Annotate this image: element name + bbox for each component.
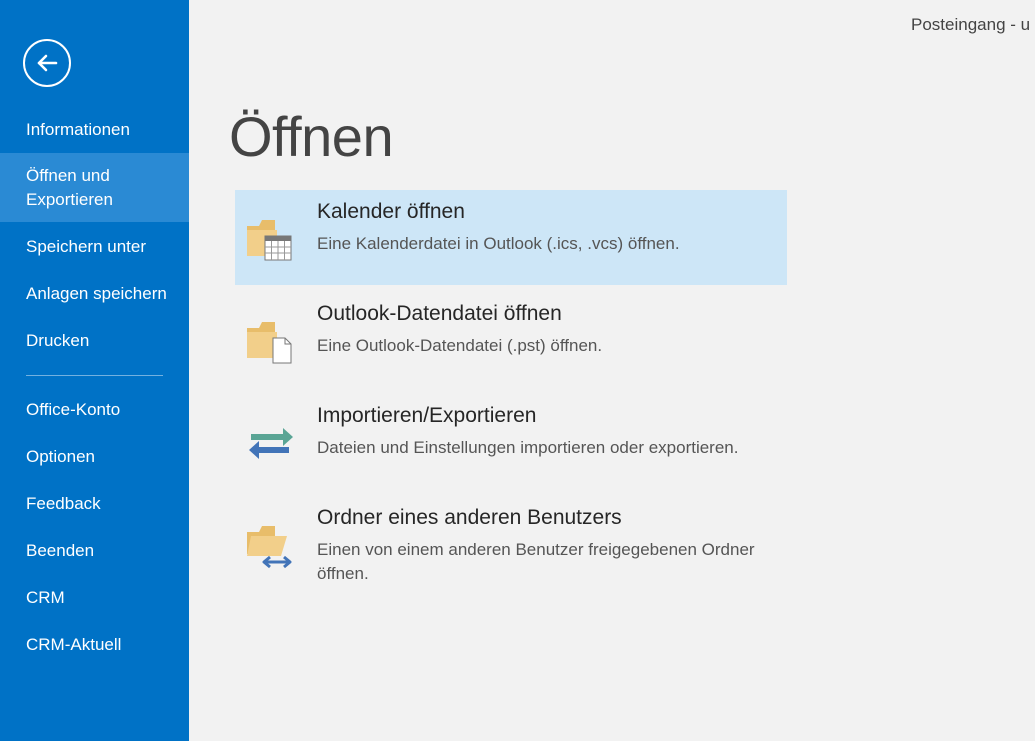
other-user-folder-option[interactable]: Ordner eines anderen Benutzers Einen von… xyxy=(235,496,787,596)
backstage-sidebar: Informationen Öffnen und Exportieren Spe… xyxy=(0,0,189,741)
option-description: Eine Outlook-Datendatei (.pst) öffnen. xyxy=(317,336,603,355)
folder-shared-icon xyxy=(247,526,292,569)
option-description: Eine Kalenderdatei in Outlook (.ics, .vc… xyxy=(317,234,680,253)
option-title: Kalender öffnen xyxy=(317,200,465,223)
nav-divider xyxy=(26,375,163,376)
option-description: Dateien und Einstellungen importieren od… xyxy=(317,438,739,457)
back-arrow-icon xyxy=(37,54,58,72)
open-datafile-option[interactable]: Outlook-Datendatei öffnen Eine Outlook-D… xyxy=(235,292,787,387)
window-title: Posteingang - u xyxy=(911,15,1031,34)
page-title: Öffnen xyxy=(229,105,394,168)
nav-item-anlagen-speichern[interactable]: Anlagen speichern xyxy=(0,282,189,306)
nav-item-crm-aktuell[interactable]: CRM-Aktuell xyxy=(0,633,189,657)
folder-calendar-icon xyxy=(247,220,292,261)
nav-item-crm[interactable]: CRM xyxy=(0,586,189,610)
import-export-option[interactable]: Importieren/Exportieren Dateien und Eins… xyxy=(235,394,787,489)
folder-datafile-icon xyxy=(247,322,292,364)
option-title: Ordner eines anderen Benutzers xyxy=(317,506,622,529)
back-button[interactable] xyxy=(23,39,71,87)
nav-item-optionen[interactable]: Optionen xyxy=(0,445,189,469)
nav-item-drucken[interactable]: Drucken xyxy=(0,329,189,353)
nav-item-speichern-unter[interactable]: Speichern unter xyxy=(0,235,189,259)
nav-item-oeffnen-exportieren[interactable]: Öffnen und Exportieren xyxy=(0,153,189,222)
nav-item-informationen[interactable]: Informationen xyxy=(0,118,189,142)
option-title: Outlook-Datendatei öffnen xyxy=(317,302,562,325)
nav-item-office-konto[interactable]: Office-Konto xyxy=(0,398,189,422)
option-title: Importieren/Exportieren xyxy=(317,404,537,427)
option-description: Einen von einem anderen Benutzer freigeg… xyxy=(317,540,755,583)
open-calendar-option[interactable]: Kalender öffnen Eine Kalenderdatei in Ou… xyxy=(235,190,787,285)
nav-item-beenden[interactable]: Beenden xyxy=(0,539,189,563)
nav-item-feedback[interactable]: Feedback xyxy=(0,492,189,516)
import-export-arrows-icon xyxy=(249,428,293,459)
